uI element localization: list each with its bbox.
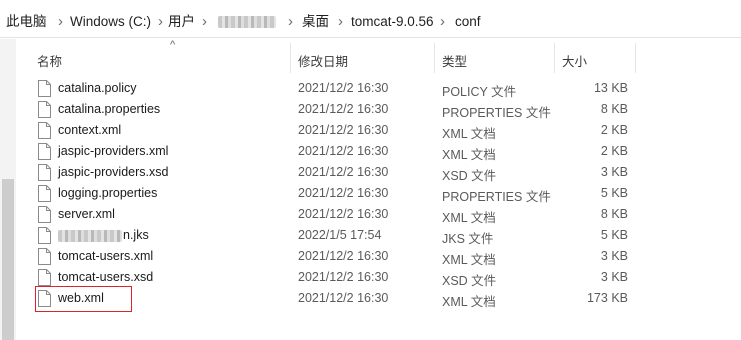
file-row[interactable]: server.xml 2021/12/2 16:30 XML 文档 8 KB: [16, 205, 741, 226]
file-date: 2021/12/2 16:30: [298, 123, 389, 137]
file-date: 2021/12/2 16:30: [298, 81, 389, 95]
breadcrumb-separator: ›: [288, 13, 293, 30]
file-size: 173 KB: [586, 291, 628, 305]
file-icon: [38, 80, 51, 97]
file-size: 5 KB: [600, 186, 628, 200]
file-name: tomcat-users.xsd: [58, 270, 154, 284]
file-icon: [38, 143, 51, 160]
highlight-box: [35, 286, 132, 312]
file-type: XSD 文件: [442, 274, 497, 288]
file-icon: [38, 248, 51, 265]
file-name-suffix: n.jks: [123, 228, 149, 242]
file-row[interactable]: jaspic-providers.xsd 2021/12/2 16:30 XSD…: [16, 163, 741, 184]
file-row[interactable]: catalina.policy 2021/12/2 16:30 POLICY 文…: [16, 79, 741, 100]
file-type: XML 文档: [442, 148, 496, 162]
file-type: XML 文档: [442, 127, 496, 141]
file-name: jaspic-providers.xml: [58, 144, 169, 158]
breadcrumb-this-pc[interactable]: 此电脑: [6, 13, 47, 31]
column-header-type[interactable]: 类型: [442, 51, 467, 70]
file-name: catalina.policy: [58, 81, 137, 95]
file-date: 2021/12/2 16:30: [298, 207, 389, 221]
column-header-size[interactable]: 大小: [562, 51, 587, 70]
breadcrumb-separator: ›: [202, 13, 207, 30]
file-icon: [38, 185, 51, 202]
file-name: server.xml: [58, 207, 115, 221]
file-size: 2 KB: [600, 123, 628, 137]
file-date: 2021/12/2 16:30: [298, 102, 389, 116]
file-icon: [38, 101, 51, 118]
file-size: 13 KB: [593, 81, 628, 95]
breadcrumb-separator: ›: [440, 13, 445, 30]
file-date: 2021/12/2 16:30: [298, 165, 389, 179]
file-row[interactable]: logging.properties 2021/12/2 16:30 PROPE…: [16, 184, 741, 205]
breadcrumb-conf[interactable]: conf: [455, 13, 481, 31]
file-date: 2021/12/2 16:30: [298, 186, 389, 200]
file-name: n.jks: [58, 228, 149, 242]
file-date: 2021/12/2 16:30: [298, 249, 389, 263]
breadcrumb-tomcat[interactable]: tomcat-9.0.56: [351, 13, 434, 31]
file-row[interactable]: context.xml 2021/12/2 16:30 XML 文档 2 KB: [16, 121, 741, 142]
column-header-date[interactable]: 修改日期: [298, 51, 348, 70]
column-divider[interactable]: [290, 43, 291, 73]
file-date: 2022/1/5 17:54: [298, 228, 382, 242]
breadcrumb-separator: ›: [58, 13, 63, 30]
address-bar[interactable]: 此电脑 › Windows (C:) › 用户 › › 桌面 › tomcat-…: [0, 0, 741, 38]
file-date: 2021/12/2 16:30: [298, 291, 389, 305]
file-icon: [38, 269, 51, 286]
breadcrumb-drive[interactable]: Windows (C:): [70, 13, 151, 31]
file-icon: [38, 122, 51, 139]
file-name: logging.properties: [58, 186, 158, 200]
file-size: 5 KB: [600, 228, 628, 242]
file-row[interactable]: n.jks 2022/1/5 17:54 JKS 文件 5 KB: [16, 226, 741, 247]
file-type: XSD 文件: [442, 169, 497, 183]
file-type: XML 文档: [442, 211, 496, 225]
file-size: 3 KB: [600, 270, 628, 284]
column-divider[interactable]: [635, 43, 636, 73]
file-row[interactable]: tomcat-users.xml 2021/12/2 16:30 XML 文档 …: [16, 247, 741, 268]
navigation-pane: [0, 39, 16, 340]
file-date: 2021/12/2 16:30: [298, 144, 389, 158]
column-divider[interactable]: [434, 43, 435, 73]
file-type: PROPERTIES 文件: [442, 106, 551, 120]
column-divider[interactable]: [554, 43, 555, 73]
file-name: tomcat-users.xml: [58, 249, 154, 263]
scrollbar-thumb[interactable]: [2, 179, 14, 340]
file-name: jaspic-providers.xsd: [58, 165, 169, 179]
breadcrumb-separator: ›: [338, 13, 343, 30]
file-type: XML 文档: [442, 295, 496, 309]
file-name: context.xml: [58, 123, 122, 137]
file-type: JKS 文件: [442, 232, 494, 246]
file-size: 2 KB: [600, 144, 628, 158]
file-row[interactable]: catalina.properties 2021/12/2 16:30 PROP…: [16, 100, 741, 121]
file-type: POLICY 文件: [442, 85, 517, 99]
file-type: XML 文档: [442, 253, 496, 267]
file-size: 8 KB: [600, 102, 628, 116]
file-size: 3 KB: [600, 165, 628, 179]
file-date: 2021/12/2 16:30: [298, 270, 389, 284]
breadcrumb-users[interactable]: 用户: [168, 13, 195, 31]
sort-ascending-icon: ^: [170, 39, 176, 51]
breadcrumb-separator: ›: [158, 13, 163, 30]
file-type: PROPERTIES 文件: [442, 190, 551, 204]
column-header: ^ 名称 修改日期 类型 大小: [16, 39, 741, 79]
file-name: catalina.properties: [58, 102, 161, 116]
column-header-name[interactable]: 名称: [37, 51, 62, 70]
breadcrumb-desktop[interactable]: 桌面: [302, 13, 329, 31]
file-icon: [38, 227, 51, 244]
file-size: 3 KB: [600, 249, 628, 263]
file-icon: [38, 206, 51, 223]
file-row[interactable]: jaspic-providers.xml 2021/12/2 16:30 XML…: [16, 142, 741, 163]
breadcrumb-username-redacted[interactable]: [218, 13, 276, 31]
file-size: 8 KB: [600, 207, 628, 221]
file-icon: [38, 164, 51, 181]
